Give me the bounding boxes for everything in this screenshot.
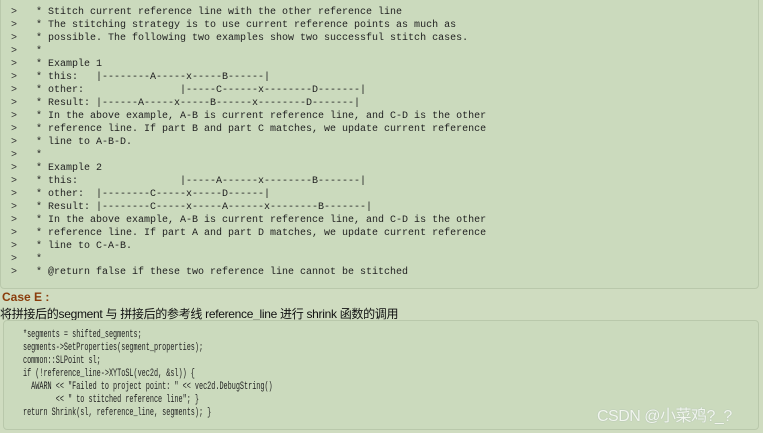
quote-text: * reference line. If part A and part D m… — [36, 228, 487, 239]
quote-marker: > — [11, 150, 18, 161]
quote-text: * reference line. If part B and part C m… — [36, 124, 487, 135]
quote-marker: > — [11, 163, 18, 174]
quote-text: * other: |--------C-----x-----D------| — [36, 189, 271, 200]
code-line: AWARN << "Failed to project point: " << … — [23, 381, 273, 393]
quote-marker: > — [11, 228, 18, 239]
code-line: return Shrink(sl, reference_line, segmen… — [23, 407, 212, 419]
quote-text: * In the above example, A-B is current r… — [36, 215, 487, 226]
quote-marker: > — [11, 111, 18, 122]
quote-marker: > — [11, 267, 18, 278]
quote-text: * this: |--------A-----x-----B------| — [36, 72, 271, 83]
quote-marker: > — [11, 85, 18, 96]
code-line: *segments = shifted_segments; — [23, 329, 142, 341]
quote-text: * other: |-----C------x--------D-------| — [36, 85, 367, 96]
quote-text: * this: |-----A------x--------B-------| — [36, 176, 367, 187]
quote-text: * Example 1 — [36, 59, 103, 70]
code-line: common::SLPoint sl; — [23, 355, 101, 367]
quote-marker: > — [11, 241, 18, 252]
quote-text: * Example 2 — [36, 163, 103, 174]
quote-text: * Result: |------A-----x-----B------x---… — [36, 98, 361, 109]
quote-text: * — [36, 150, 43, 161]
quote-text: * — [36, 46, 43, 57]
quote-text: * @return false if these two reference l… — [36, 267, 409, 278]
quote-marker: > — [11, 98, 18, 109]
quote-marker: > — [11, 59, 18, 70]
quote-marker: > — [11, 176, 18, 187]
quote-marker: > — [11, 20, 18, 31]
quote-marker: > — [11, 202, 18, 213]
quote-text: * possible. The following two examples s… — [36, 33, 469, 44]
quote-text: * Result: |--------C-----x-----A------x-… — [36, 202, 373, 213]
quote-text: * Stitch current reference line with the… — [36, 7, 403, 18]
quote-marker: > — [11, 189, 18, 200]
case-title: Case E : — [2, 290, 50, 304]
quote-text: * In the above example, A-B is current r… — [36, 111, 487, 122]
quote-marker: > — [11, 215, 18, 226]
code-line: segments->SetProperties(segment_properti… — [23, 342, 204, 354]
quote-marker: > — [11, 33, 18, 44]
blockquote: > * Stitch current reference line with th… — [0, 0, 759, 289]
quote-text: * line to A-B-D. — [36, 137, 133, 148]
quote-marker: > — [11, 72, 18, 83]
quote-marker: > — [11, 124, 18, 135]
quote-marker: > — [11, 254, 18, 265]
quote-marker: > — [11, 137, 18, 148]
quote-marker: > — [11, 46, 18, 57]
code-line: if (!reference_line->XYToSL(vec2d, &sl))… — [23, 368, 195, 380]
watermark: CSDN @小菜鸡?_? — [597, 408, 732, 425]
quote-text: * — [36, 254, 43, 265]
quote-text: * The stitching strategy is to use curre… — [36, 20, 457, 31]
quote-marker: > — [11, 7, 18, 18]
quote-text: * line to C-A-B. — [36, 241, 133, 252]
code-line: << " to stitched reference line"; } — [23, 394, 199, 406]
